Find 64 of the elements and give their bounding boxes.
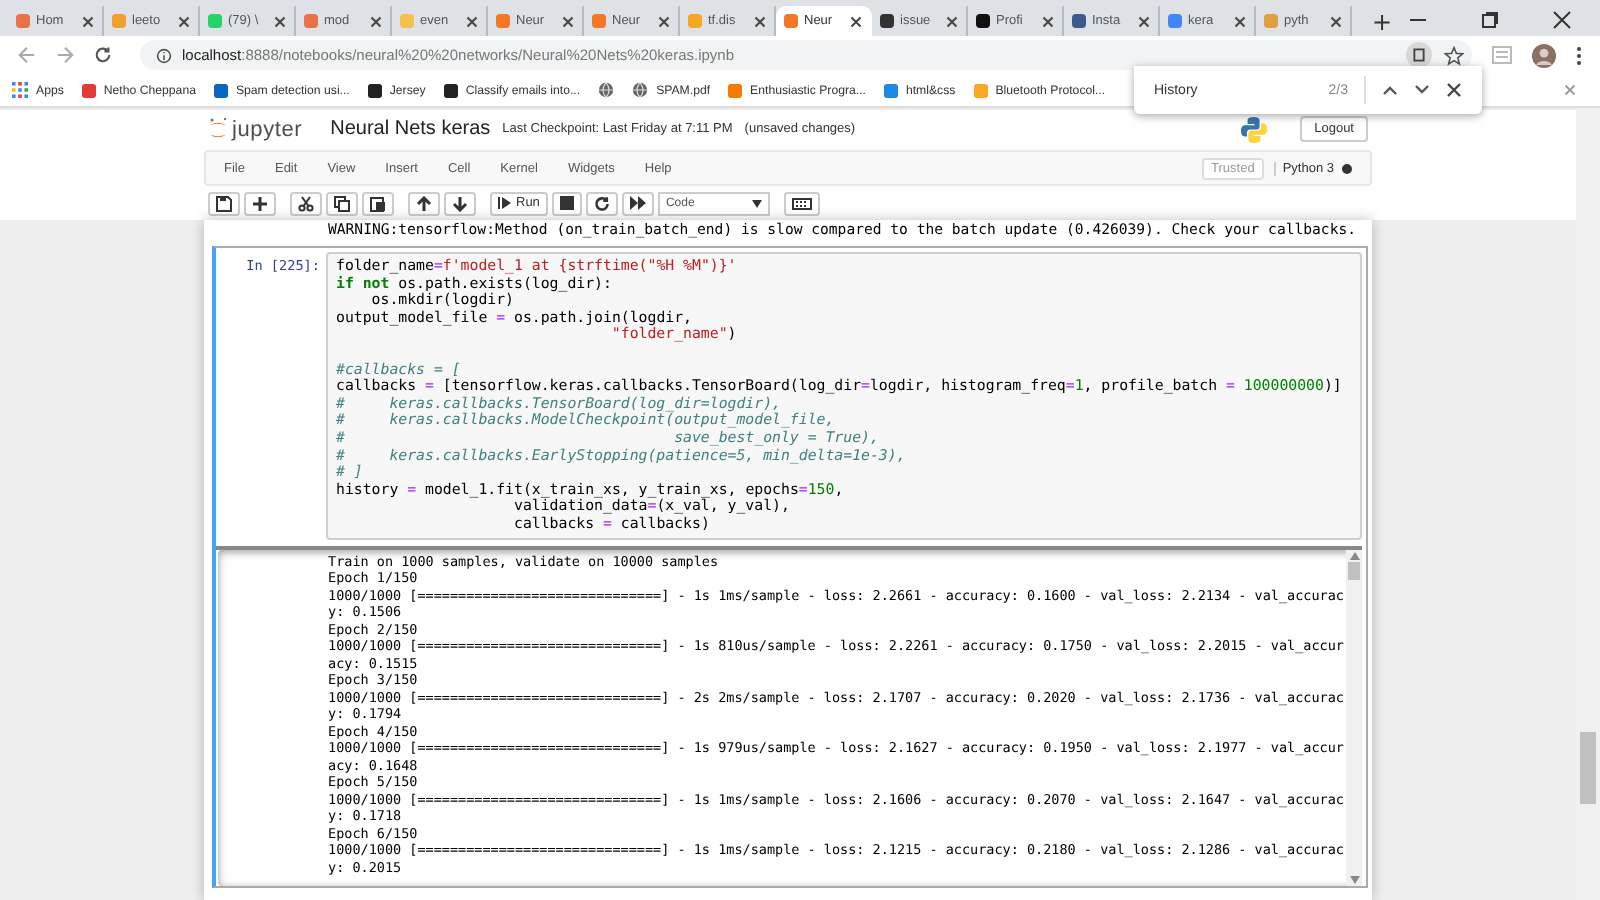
close-icon[interactable]	[1138, 15, 1150, 27]
stop-icon[interactable]	[559, 196, 574, 210]
add-cell-button[interactable]	[244, 191, 276, 215]
save-button[interactable]	[208, 191, 240, 215]
scroll-thumb[interactable]	[1580, 732, 1596, 804]
close-icon[interactable]	[562, 15, 574, 27]
keyboard-icon[interactable]	[791, 197, 812, 209]
previous-match-icon[interactable]	[1382, 84, 1398, 96]
move-up-button[interactable]	[408, 191, 440, 215]
star-icon[interactable]	[1444, 45, 1464, 65]
apps-grid-icon	[12, 82, 28, 98]
step-icon[interactable]	[498, 196, 512, 210]
scrollbar[interactable]	[1346, 549, 1362, 885]
close-icon[interactable]	[1552, 9, 1572, 29]
python-logo-icon	[1240, 115, 1269, 143]
avatar-icon[interactable]	[1532, 43, 1556, 67]
close-icon[interactable]	[754, 15, 766, 27]
reload-icon[interactable]	[94, 46, 112, 64]
reader-icon[interactable]	[1406, 42, 1432, 68]
restart-button[interactable]	[585, 191, 618, 215]
info-icon	[156, 47, 172, 63]
close-icon[interactable]	[946, 15, 958, 27]
globe-icon	[632, 82, 649, 98]
close-icon[interactable]	[1042, 15, 1054, 27]
restart-icon[interactable]	[593, 195, 610, 211]
notebook-title[interactable]: Neural Nets keras	[330, 118, 491, 140]
paste-button[interactable]	[362, 191, 394, 215]
fast-forward-button[interactable]	[621, 191, 654, 215]
plus-icon[interactable]	[252, 195, 268, 211]
close-icon[interactable]	[82, 15, 94, 27]
close-icon[interactable]	[178, 15, 190, 27]
paste-icon[interactable]	[370, 195, 386, 211]
scroll-down-icon[interactable]	[1349, 875, 1359, 883]
scissors-icon[interactable]	[298, 195, 314, 211]
close-icon[interactable]	[1234, 15, 1246, 27]
restore-icon[interactable]	[1480, 9, 1500, 29]
next-match-icon[interactable]	[1414, 84, 1430, 96]
close-icon[interactable]	[658, 15, 670, 27]
globe-icon	[598, 82, 615, 98]
caret-icon[interactable]	[751, 199, 762, 207]
fast-forward-icon[interactable]	[629, 196, 646, 210]
page-scrollbar[interactable]	[1576, 108, 1600, 900]
stop-button[interactable]	[551, 191, 582, 215]
scroll-thumb[interactable]	[1348, 561, 1360, 579]
arrow-up-icon[interactable]	[416, 195, 432, 211]
save-icon[interactable]	[216, 195, 232, 211]
new-tab-button[interactable]: +	[1360, 6, 1405, 36]
bookmark[interactable]	[598, 82, 615, 98]
cut-button[interactable]	[290, 191, 322, 215]
close-icon[interactable]	[1330, 15, 1342, 27]
keyboard-button[interactable]	[783, 191, 820, 215]
jupyter-logo[interactable]: jupyter	[208, 115, 303, 143]
arrow-down-icon[interactable]	[452, 195, 468, 211]
code-editor[interactable]	[326, 252, 1362, 539]
close-icon[interactable]	[370, 15, 382, 27]
move-down-button[interactable]	[444, 191, 476, 215]
close-icon[interactable]	[466, 15, 478, 27]
copy-button[interactable]	[326, 191, 358, 215]
copy-icon[interactable]	[334, 195, 350, 211]
menu-icon[interactable]	[1576, 45, 1582, 65]
code-cell[interactable]	[212, 246, 1368, 887]
close-icon[interactable]	[850, 15, 862, 27]
close-icon[interactable]	[274, 15, 286, 27]
close-icon[interactable]	[1446, 82, 1462, 98]
